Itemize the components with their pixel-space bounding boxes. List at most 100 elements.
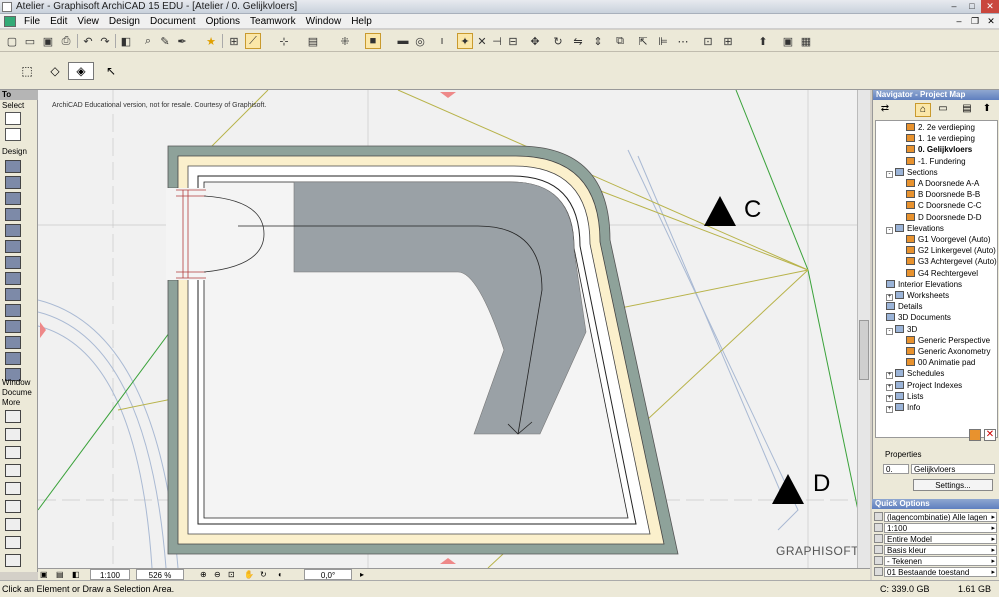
menu-teamwork[interactable]: Teamwork [245,16,301,27]
publish-icon[interactable]: ⬆ [755,33,771,49]
tree-item[interactable]: + Info [886,402,920,413]
menu-file[interactable]: File [19,16,45,27]
layer-combination-select[interactable]: (lagencombinatie) Alle lagen [884,512,997,522]
rotated-rect-icon[interactable]: ◈ [68,62,94,80]
expand-toggle-icon[interactable]: - [886,226,893,234]
magic-wand-icon[interactable]: ✦ [457,33,473,49]
suspend-groups-icon[interactable]: ⊹ [276,33,292,49]
tree-item[interactable]: - Elevations [886,223,944,234]
rotate-icon[interactable]: ↻ [550,33,566,49]
pen-icon[interactable]: ı [434,33,450,49]
tree-item[interactable]: C Doorsnede C-C [906,200,982,211]
settings-button[interactable]: Settings... [913,479,993,491]
tree-item[interactable]: A Doorsnede A-A [906,178,979,189]
split-icon[interactable]: ⊟ [505,33,521,49]
tree-item[interactable]: 1. 1e verdieping [906,133,975,144]
trace-reference-icon[interactable]: ◎ [412,33,428,49]
column-tool-icon[interactable] [5,176,21,189]
figure-tool-icon[interactable] [5,500,21,513]
pan-icon[interactable]: ✋ [244,569,256,580]
tree-item[interactable]: 00 Animatie pad [906,357,975,368]
spline-tool-icon[interactable] [5,464,21,477]
maximize-button[interactable]: □ [963,0,981,13]
marquee-icon[interactable]: ◇ [42,62,68,80]
curtain-wall-tool-icon[interactable] [5,256,21,269]
story-name-field[interactable]: Gelijkvloers [911,464,995,474]
multiply-icon[interactable]: ⧉ [612,33,628,49]
rotate-view-icon[interactable]: ↻ [260,569,272,580]
expand-toggle-icon[interactable]: - [886,170,893,178]
close-button[interactable]: ✕ [981,0,999,13]
navigator-back-icon[interactable]: ⇄ [877,103,893,117]
tree-item[interactable]: - 3D [886,324,917,335]
fit-window-icon[interactable]: ⊡ [228,569,240,580]
find-select-icon[interactable]: ⌕ [140,33,156,49]
teamwork-icon[interactable]: ▦ [798,33,814,49]
scroll-thumb[interactable] [859,320,869,380]
menu-help[interactable]: Help [346,16,377,27]
expand-toggle-icon[interactable]: + [886,372,893,380]
expand-toggle-icon[interactable]: + [886,394,893,402]
menu-view[interactable]: View [72,16,104,27]
vertical-scrollbar[interactable] [857,90,870,568]
3d-window-icon[interactable]: ◧ [118,33,134,49]
scale-select[interactable]: 1:100 [884,523,997,533]
trace-icon[interactable]: ▬ [395,33,411,49]
tree-item[interactable]: Generic Perspective [906,335,990,346]
layer-icon[interactable]: ▤ [305,33,321,49]
tree-item[interactable]: G1 Voorgevel (Auto) [906,234,990,245]
elevate-icon[interactable]: ⇕ [590,33,606,49]
menu-options[interactable]: Options [201,16,245,27]
expand-toggle-icon[interactable]: - [886,327,893,335]
new-icon[interactable]: ▢ [4,33,20,49]
save-icon[interactable]: ▣ [40,33,56,49]
tree-item[interactable]: G3 Achtergevel (Auto) [906,256,997,267]
previous-zoom-icon[interactable]: ◐ [278,569,290,580]
snap-grid-icon[interactable]: ⁜ [337,33,353,49]
tree-item[interactable]: Details [886,301,922,312]
guide-lines-icon[interactable]: ⟋ [245,33,261,49]
layout-icon[interactable]: ▣ [780,33,796,49]
lamp-tool-icon[interactable] [5,352,21,365]
hotspot-tool-icon[interactable] [5,482,21,495]
zoom-in-icon[interactable]: ⊕ [200,569,212,580]
mirror-icon[interactable]: ⇋ [570,33,586,49]
tree-item[interactable]: D Doorsnede D-D [906,212,982,223]
edit-orientation-icon[interactable]: ▸ [360,569,372,580]
zoom-out-icon[interactable]: ⊖ [214,569,226,580]
level-dimension-tool-icon[interactable] [5,428,21,441]
minimize-button[interactable]: – [945,0,963,13]
orientation-field[interactable]: 0,0° [304,569,352,580]
trim-icon[interactable]: ⊣ [489,33,505,49]
tree-item[interactable]: + Worksheets [886,290,949,301]
wall-tool-icon[interactable] [5,160,21,173]
new-folder-icon[interactable] [969,429,981,441]
pick-up-icon[interactable]: ✎ [157,33,173,49]
tree-item[interactable]: + Project Indexes [886,380,962,391]
layout-book-icon[interactable]: ▣ [40,569,54,580]
stair-tool-icon[interactable] [5,320,21,333]
tree-item[interactable]: -1. Fundering [906,156,966,167]
zoom-field[interactable]: 526 % [136,569,184,580]
beam-tool-icon[interactable] [5,192,21,205]
tree-item[interactable]: 3D Documents [886,312,951,323]
pen-set-select[interactable]: Basis kleur [884,545,997,555]
renovation-select[interactable]: 01 Bestaande toestand [884,567,997,577]
worksheet-tool-icon[interactable] [5,554,21,567]
model-view-select[interactable]: Entire Model [884,534,997,544]
menu-window[interactable]: Window [301,16,347,27]
group-icon[interactable]: ⊡ [700,33,716,49]
publisher-icon[interactable]: ⬆ [979,103,995,117]
object-tool-icon[interactable] [5,336,21,349]
dimension-tool-icon[interactable] [5,410,21,423]
marquee-tool-icon[interactable] [5,128,21,141]
doc-minimize-button[interactable]: – [951,14,967,28]
dimension-style-select[interactable]: - Tekenen [884,556,997,566]
layout-book-tab-icon[interactable]: ▤ [959,103,975,117]
undo-icon[interactable]: ↶ [80,33,96,49]
view-map-icon[interactable]: ▭ [935,103,951,117]
lock-icon[interactable]: ⊞ [720,33,736,49]
print-icon[interactable]: ⎙ [58,33,74,49]
quick-layers-icon[interactable]: ▤ [56,569,70,580]
menu-document[interactable]: Document [145,16,201,27]
